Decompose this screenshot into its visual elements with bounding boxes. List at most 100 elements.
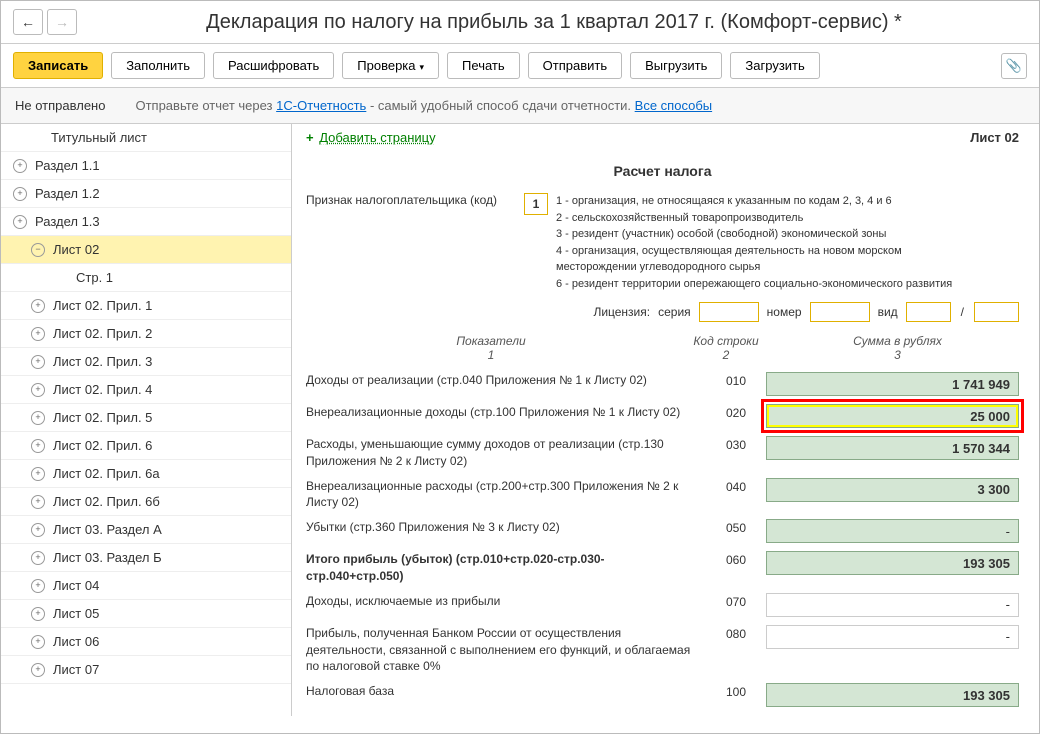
row-code: 030 [706,436,766,452]
expander-icon[interactable] [13,159,27,173]
tree-item[interactable]: Лист 02. Прил. 6а [1,460,291,488]
tree-item-label: Лист 02. Прил. 6 [53,438,152,453]
tree-item[interactable]: Лист 02. Прил. 3 [1,348,291,376]
paperclip-icon: 📎 [1006,58,1022,74]
expander-icon[interactable] [31,411,45,425]
row-value-input[interactable]: 193 305 [766,551,1019,575]
row-value-input[interactable]: 193 305 [766,683,1019,707]
expander-icon[interactable] [31,355,45,369]
expander-icon[interactable] [31,523,45,537]
tree-item[interactable]: Лист 02. Прил. 1 [1,292,291,320]
attach-button[interactable]: 📎 [1001,53,1027,79]
export-button[interactable]: Выгрузить [630,52,722,79]
link-1c-report[interactable]: 1С-Отчетность [276,98,366,113]
data-row: Налоговая база100193 305 [306,683,1019,707]
row-value-input[interactable]: 1 570 344 [766,436,1019,460]
row-code: 010 [706,372,766,388]
data-row: Доходы, исключаемые из прибыли070 [306,593,1019,617]
expander-icon[interactable] [31,607,45,621]
row-description: Итого прибыль (убыток) (стр.010+стр.020-… [306,551,706,585]
tree-item-label: Лист 02. Прил. 2 [53,326,152,341]
row-description: Убытки (стр.360 Приложения № 3 к Листу 0… [306,519,706,536]
tree-item-label: Лист 03. Раздел А [53,522,162,537]
tree-item[interactable]: Лист 02. Прил. 6б [1,488,291,516]
expander-icon[interactable] [31,579,45,593]
add-page-link[interactable]: + Добавить страницу [306,130,436,145]
tree-item-label: Титульный лист [51,130,147,145]
expander-icon[interactable] [13,187,27,201]
import-button[interactable]: Загрузить [730,52,819,79]
row-value-input[interactable]: 1 741 949 [766,372,1019,396]
expander-icon[interactable] [31,495,45,509]
nav-forward-button[interactable]: → [47,9,77,35]
send-status: Не отправлено [15,98,105,113]
tree-item-label: Лист 06 [53,634,99,649]
row-code: 100 [706,683,766,699]
row-description: Внереализационные доходы (стр.100 Прилож… [306,404,706,421]
window-title: Декларация по налогу на прибыль за 1 ква… [81,11,1027,34]
fill-button[interactable]: Заполнить [111,52,205,79]
row-code: 040 [706,478,766,494]
taxpayer-label: Признак налогоплательщика (код) [306,193,516,207]
license-type-label: вид [878,305,898,319]
license-type2-input[interactable] [974,302,1019,322]
data-row: Убытки (стр.360 Приложения № 3 к Листу 0… [306,519,1019,543]
expander-icon[interactable] [31,299,45,313]
tree-item[interactable]: Лист 02 [1,236,291,264]
plus-icon: + [306,130,314,145]
tree-item-label: Стр. 1 [76,270,113,285]
tree-item-label: Лист 02. Прил. 1 [53,298,152,313]
tree-item[interactable]: Раздел 1.3 [1,208,291,236]
tree-item[interactable]: Стр. 1 [1,264,291,292]
nav-back-button[interactable]: ← [13,9,43,35]
tree-item[interactable]: Лист 05 [1,600,291,628]
tree-item[interactable]: Лист 03. Раздел Б [1,544,291,572]
tree-item[interactable]: Лист 02. Прил. 2 [1,320,291,348]
row-value-input[interactable] [766,625,1019,649]
expander-icon[interactable] [31,635,45,649]
expander-icon[interactable] [31,383,45,397]
expander-icon[interactable] [31,551,45,565]
tree-item[interactable]: Лист 03. Раздел А [1,516,291,544]
decode-button[interactable]: Расшифровать [213,52,334,79]
tree-item[interactable]: Раздел 1.2 [1,180,291,208]
tree-item[interactable]: Лист 02. Прил. 5 [1,404,291,432]
taxpayer-code-input[interactable]: 1 [524,193,548,215]
row-code: 070 [706,593,766,609]
tree-item[interactable]: Лист 02. Прил. 6 [1,432,291,460]
link-all-methods[interactable]: Все способы [635,98,712,113]
expander-icon[interactable] [31,439,45,453]
row-value-input[interactable] [766,593,1019,617]
tree-item[interactable]: Раздел 1.1 [1,152,291,180]
license-type-input[interactable] [906,302,951,322]
tree-item-label: Раздел 1.3 [35,214,100,229]
row-value-input[interactable]: 25 000 [766,404,1019,428]
info-text: Отправьте отчет через 1С-Отчетность - са… [135,98,712,113]
tree-item[interactable]: Лист 04 [1,572,291,600]
expander-icon[interactable] [13,215,27,229]
sheet-content: + Добавить страницу Лист 02 Расчет налог… [292,124,1039,716]
row-value-input[interactable] [766,519,1019,543]
tree-item-label: Лист 02. Прил. 4 [53,382,152,397]
license-number-input[interactable] [810,302,870,322]
expander-icon[interactable] [31,327,45,341]
expander-icon[interactable] [31,243,45,257]
expander-icon[interactable] [31,467,45,481]
row-value-input[interactable]: 3 300 [766,478,1019,502]
taxpayer-codes-legend: 1 - организация, не относящаяся к указан… [556,193,956,292]
send-button[interactable]: Отправить [528,52,622,79]
row-description: Расходы, уменьшающие сумму доходов от ре… [306,436,706,470]
license-series-label: серия [658,305,691,319]
tree-item[interactable]: Лист 02. Прил. 4 [1,376,291,404]
print-button[interactable]: Печать [447,52,520,79]
check-button[interactable]: Проверка▾ [342,52,439,79]
tree-item[interactable]: Титульный лист [1,124,291,152]
tree-item[interactable]: Лист 07 [1,656,291,684]
save-button[interactable]: Записать [13,52,103,79]
expander-icon[interactable] [31,663,45,677]
tree-item-label: Лист 03. Раздел Б [53,550,162,565]
row-description: Налоговая база [306,683,706,700]
license-series-input[interactable] [699,302,759,322]
tree-item-label: Лист 07 [53,662,99,677]
tree-item[interactable]: Лист 06 [1,628,291,656]
